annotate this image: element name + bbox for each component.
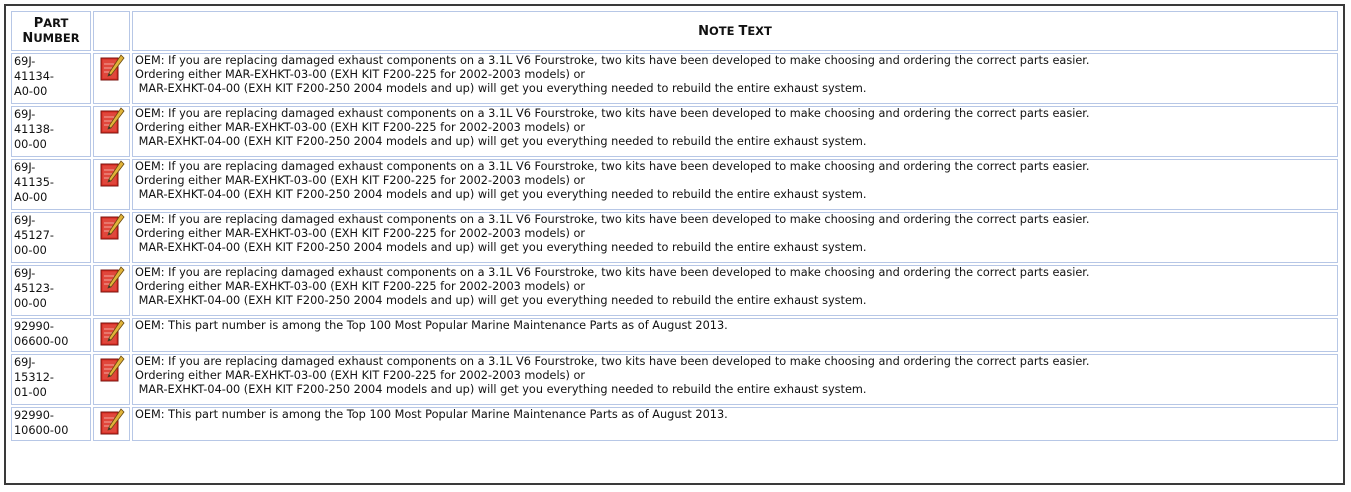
note-text-cell: OEM: If you are replacing damaged exhaus… (132, 354, 1338, 405)
table-row: 69J- 45123- 00-00 OEM: If you are replac… (11, 265, 1338, 316)
note-icon-cell[interactable] (93, 106, 130, 157)
note-line: Ordering either MAR-EXHKT-03-00 (EXH KIT… (135, 280, 586, 294)
icon-header (93, 11, 130, 51)
note-line: MAR-EXHKT-04-00 (EXH KIT F200-250 2004 m… (135, 135, 867, 149)
part-number-cell: 69J- 41138- 00-00 (11, 106, 91, 157)
note-pencil-icon[interactable] (99, 107, 125, 135)
part-number-cell: 69J- 41134- A0-00 (11, 53, 91, 104)
note-text-cell: OEM: This part number is among the Top 1… (132, 407, 1338, 441)
note-icon-cell[interactable] (93, 265, 130, 316)
note-pencil-icon[interactable] (99, 54, 125, 82)
note-icon-cell[interactable] (93, 212, 130, 263)
note-pencil-icon[interactable] (99, 266, 125, 294)
note-line: MAR-EXHKT-04-00 (EXH KIT F200-250 2004 m… (135, 383, 867, 397)
note-line: OEM: This part number is among the Top 1… (135, 408, 728, 421)
note-pencil-icon[interactable] (99, 160, 125, 188)
note-pencil-icon[interactable] (99, 319, 125, 347)
note-line: MAR-EXHKT-04-00 (EXH KIT F200-250 2004 m… (135, 188, 867, 202)
note-line: OEM: If you are replacing damaged exhaus… (135, 160, 1090, 173)
table-row: 69J- 45127- 00-00 OEM: If you are replac… (11, 212, 1338, 263)
note-icon-cell[interactable] (93, 318, 130, 352)
note-text-cell: OEM: If you are replacing damaged exhaus… (132, 212, 1338, 263)
part-number-cell: 92990- 06600-00 (11, 318, 91, 352)
notes-panel: PART NUMBER NOTE TEXT 69J- 41134- A0-00 (4, 4, 1345, 485)
part-number-cell: 69J- 45127- 00-00 (11, 212, 91, 263)
part-number-header[interactable]: PART NUMBER (11, 11, 91, 51)
note-line: OEM: If you are replacing damaged exhaus… (135, 107, 1090, 120)
note-line: Ordering either MAR-EXHKT-03-00 (EXH KIT… (135, 369, 586, 383)
note-line: OEM: If you are replacing damaged exhaus… (135, 355, 1090, 368)
note-line: OEM: If you are replacing damaged exhaus… (135, 54, 1090, 67)
part-number-cell: 69J- 41135- A0-00 (11, 159, 91, 210)
note-line: Ordering either MAR-EXHKT-03-00 (EXH KIT… (135, 68, 586, 82)
note-line: Ordering either MAR-EXHKT-03-00 (EXH KIT… (135, 174, 586, 188)
note-text-cell: OEM: If you are replacing damaged exhaus… (132, 159, 1338, 210)
part-number-cell: 69J- 45123- 00-00 (11, 265, 91, 316)
note-pencil-icon[interactable] (99, 408, 125, 436)
note-line: OEM: This part number is among the Top 1… (135, 319, 728, 332)
note-icon-cell[interactable] (93, 354, 130, 405)
table-row: 69J- 15312- 01-00 OEM: If you are replac… (11, 354, 1338, 405)
table-row: 92990- 10600-00 OEM: This part number is… (11, 407, 1338, 441)
part-number-cell: 69J- 15312- 01-00 (11, 354, 91, 405)
table-row: 69J- 41135- A0-00 OEM: If you are replac… (11, 159, 1338, 210)
note-text-cell: OEM: If you are replacing damaged exhaus… (132, 53, 1338, 104)
note-line: Ordering either MAR-EXHKT-03-00 (EXH KIT… (135, 121, 586, 135)
note-pencil-icon[interactable] (99, 213, 125, 241)
note-line: MAR-EXHKT-04-00 (EXH KIT F200-250 2004 m… (135, 241, 867, 255)
table-row: 69J- 41138- 00-00 OEM: If you are replac… (11, 106, 1338, 157)
note-line: Ordering either MAR-EXHKT-03-00 (EXH KIT… (135, 227, 586, 241)
table-row: 92990- 06600-00 OEM: This part number is… (11, 318, 1338, 352)
note-icon-cell[interactable] (93, 159, 130, 210)
note-text-cell: OEM: If you are replacing damaged exhaus… (132, 106, 1338, 157)
note-icon-cell[interactable] (93, 53, 130, 104)
note-line: OEM: If you are replacing damaged exhaus… (135, 213, 1090, 226)
notes-table: PART NUMBER NOTE TEXT 69J- 41134- A0-00 (9, 9, 1340, 443)
note-pencil-icon[interactable] (99, 355, 125, 383)
note-line: MAR-EXHKT-04-00 (EXH KIT F200-250 2004 m… (135, 294, 867, 308)
part-number-cell: 92990- 10600-00 (11, 407, 91, 441)
note-text-cell: OEM: If you are replacing damaged exhaus… (132, 265, 1338, 316)
note-text-header[interactable]: NOTE TEXT (132, 11, 1338, 51)
note-line: MAR-EXHKT-04-00 (EXH KIT F200-250 2004 m… (135, 82, 867, 96)
note-text-cell: OEM: This part number is among the Top 1… (132, 318, 1338, 352)
table-row: 69J- 41134- A0-00 OEM: If you are replac… (11, 53, 1338, 104)
note-line: OEM: If you are replacing damaged exhaus… (135, 266, 1090, 279)
note-icon-cell[interactable] (93, 407, 130, 441)
